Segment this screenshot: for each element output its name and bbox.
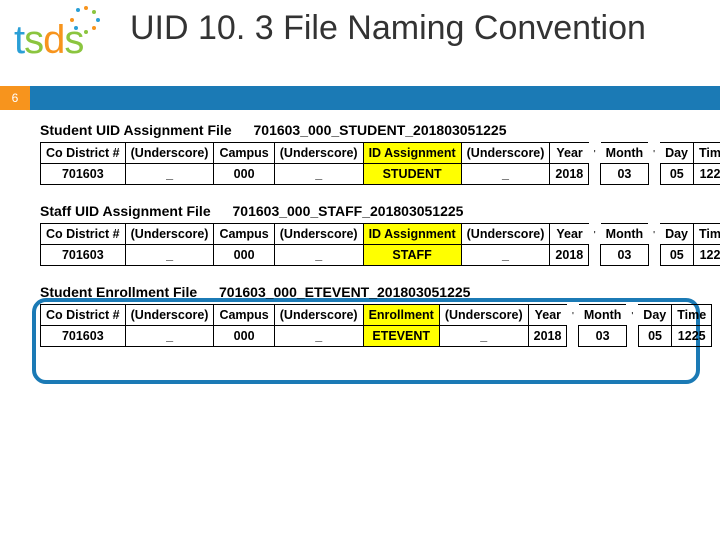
logo-text: tsds xyxy=(14,18,83,63)
col-header: ID Assignment xyxy=(363,143,461,164)
col-header: (Underscore) xyxy=(461,143,550,164)
cell-value: _ xyxy=(461,164,550,185)
cell-value: _ xyxy=(274,326,363,347)
section-title: Student UID Assignment File 701603_000_S… xyxy=(40,122,700,138)
col-header: (Underscore) xyxy=(439,305,528,326)
col-header: Time xyxy=(672,305,712,326)
content: Student UID Assignment File 701603_000_S… xyxy=(40,122,700,365)
col-header: (Underscore) xyxy=(125,305,214,326)
naming-table: Co District # (Underscore) Campus (Under… xyxy=(40,223,720,266)
cell-value: 05 xyxy=(638,326,671,347)
cell-value: _ xyxy=(125,164,214,185)
section-title: Staff UID Assignment File 701603_000_STA… xyxy=(40,203,700,219)
cell-value: 000 xyxy=(214,326,274,347)
tick-mark: ' xyxy=(626,305,638,326)
col-header: ID Assignment xyxy=(363,224,461,245)
col-header: Co District # xyxy=(41,143,126,164)
col-header: Month xyxy=(601,143,648,164)
page-title: UID 10. 3 File Naming Convention xyxy=(130,10,646,47)
cell-value: STAFF xyxy=(363,245,461,266)
col-header: (Underscore) xyxy=(125,143,214,164)
filename-example: 701603_000_STAFF_201803051225 xyxy=(233,203,464,219)
col-header: Co District # xyxy=(41,305,126,326)
col-header: Day xyxy=(660,224,693,245)
col-header: (Underscore) xyxy=(125,224,214,245)
cell-value: ETEVENT xyxy=(363,326,439,347)
cell-value: 701603 xyxy=(41,326,126,347)
col-header: Year xyxy=(528,305,567,326)
cell-value: _ xyxy=(125,326,214,347)
col-header: (Underscore) xyxy=(274,305,363,326)
logo-letter: d xyxy=(43,18,64,62)
col-header: Year xyxy=(550,224,589,245)
cell-value: 701603 xyxy=(41,245,126,266)
file-type-label: Staff UID Assignment File xyxy=(40,203,211,219)
filename-example: 701603_000_STUDENT_201803051225 xyxy=(254,122,507,138)
cell-value: 000 xyxy=(214,245,274,266)
col-header: (Underscore) xyxy=(274,143,363,164)
logo-letter: s xyxy=(24,18,43,62)
cell-value: 03 xyxy=(601,164,648,185)
cell-value: 03 xyxy=(601,245,648,266)
section-title: Student Enrollment File 701603_000_ETEVE… xyxy=(40,284,700,300)
cell-value: 05 xyxy=(660,164,693,185)
cell-value: _ xyxy=(439,326,528,347)
col-header: Enrollment xyxy=(363,305,439,326)
col-header: (Underscore) xyxy=(274,224,363,245)
col-header: Time xyxy=(694,143,720,164)
logo-letter: t xyxy=(14,18,24,62)
naming-table: Co District # (Underscore) Campus (Under… xyxy=(40,304,712,347)
col-header: Day xyxy=(638,305,671,326)
col-header: Month xyxy=(601,224,648,245)
cell-value: 05 xyxy=(660,245,693,266)
cell-value: _ xyxy=(274,245,363,266)
cell-value: 2018 xyxy=(528,326,567,347)
cell-value: _ xyxy=(274,164,363,185)
cell-value: STUDENT xyxy=(363,164,461,185)
col-header: Campus xyxy=(214,305,274,326)
col-header: Campus xyxy=(214,143,274,164)
cell-value: 03 xyxy=(579,326,626,347)
col-header: Campus xyxy=(214,224,274,245)
cell-value: 1225 xyxy=(672,326,712,347)
header-bar xyxy=(30,86,720,110)
logo-letter: s xyxy=(64,18,83,62)
col-header: (Underscore) xyxy=(461,224,550,245)
tick-mark: ' xyxy=(589,224,601,245)
col-header: Day xyxy=(660,143,693,164)
tick-mark: ' xyxy=(589,143,601,164)
slide-number: 6 xyxy=(0,86,30,110)
cell-value: 2018 xyxy=(550,164,589,185)
col-header: Year xyxy=(550,143,589,164)
filename-example: 701603_000_ETEVENT_201803051225 xyxy=(219,284,470,300)
cell-value: 1225 xyxy=(694,164,720,185)
tick-mark: ' xyxy=(567,305,579,326)
tick-mark: ' xyxy=(648,224,660,245)
cell-value: 000 xyxy=(214,164,274,185)
file-type-label: Student UID Assignment File xyxy=(40,122,232,138)
cell-value: 2018 xyxy=(550,245,589,266)
naming-table: Co District # (Underscore) Campus (Under… xyxy=(40,142,720,185)
tick-mark: ' xyxy=(648,143,660,164)
cell-value: 1225 xyxy=(694,245,720,266)
col-header: Month xyxy=(579,305,626,326)
slide: tsds UID 10. 3 File Naming Convention 6 … xyxy=(0,0,720,540)
cell-value: 701603 xyxy=(41,164,126,185)
col-header: Co District # xyxy=(41,224,126,245)
cell-value: _ xyxy=(461,245,550,266)
cell-value: _ xyxy=(125,245,214,266)
file-type-label: Student Enrollment File xyxy=(40,284,197,300)
col-header: Time xyxy=(694,224,720,245)
